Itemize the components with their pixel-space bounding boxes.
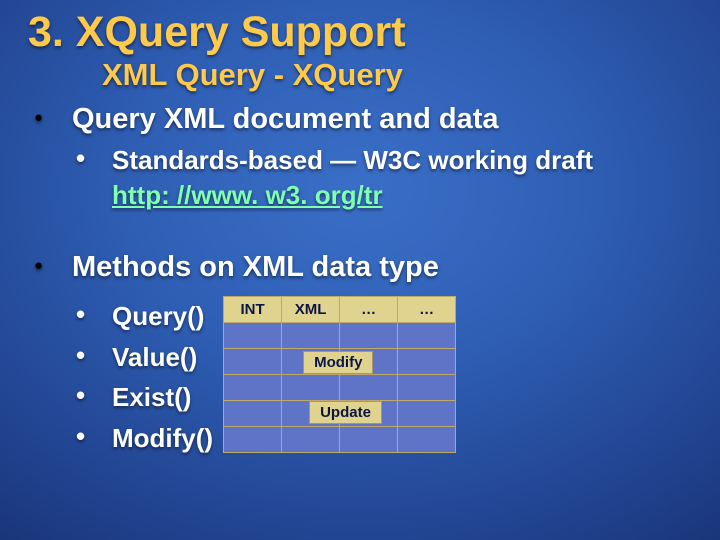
bullet-item: Query XML document and data: [28, 103, 692, 136]
bullet-text: Query XML document and data: [72, 103, 498, 135]
bullet-text: Methods on XML data type: [72, 251, 439, 283]
table-row: [224, 375, 456, 401]
sub-bullet-item: Standards-based — W3C working draft http…: [28, 144, 692, 211]
table-row: [224, 323, 456, 349]
modify-label: Modify: [303, 351, 373, 374]
table-row: [224, 427, 456, 453]
update-label: Update: [309, 401, 382, 424]
sub-bullet-text: Value(): [112, 342, 197, 372]
sub-bullet-item: Exist(): [28, 381, 213, 414]
sub-bullet-text: Modify(): [112, 423, 213, 453]
sub-bullet-text: Query(): [112, 301, 204, 331]
slide-title: 3. XQuery Support: [28, 10, 692, 55]
spacer: [28, 219, 692, 251]
col-header: …: [340, 297, 398, 323]
sub-bullet-item: Modify(): [28, 422, 213, 455]
sub-bullet-item: Query(): [28, 300, 213, 333]
bullet-item: Methods on XML data type: [28, 251, 692, 284]
slide-subtitle: XML Query - XQuery: [102, 57, 692, 93]
col-header: XML: [282, 297, 340, 323]
w3c-link[interactable]: http: //www. w3. org/tr: [112, 179, 383, 212]
sub-bullet-text: Standards-based — W3C working draft: [112, 145, 593, 175]
sub-bullet-text: Exist(): [112, 382, 191, 412]
col-header: …: [398, 297, 456, 323]
col-header: INT: [224, 297, 282, 323]
xml-table-diagram: INT XML … … Modify Update: [223, 296, 456, 453]
sub-bullet-item: Value(): [28, 341, 213, 374]
schema-table: INT XML … …: [223, 296, 456, 453]
bullet-list: Query XML document and data Standards-ba…: [28, 103, 692, 462]
